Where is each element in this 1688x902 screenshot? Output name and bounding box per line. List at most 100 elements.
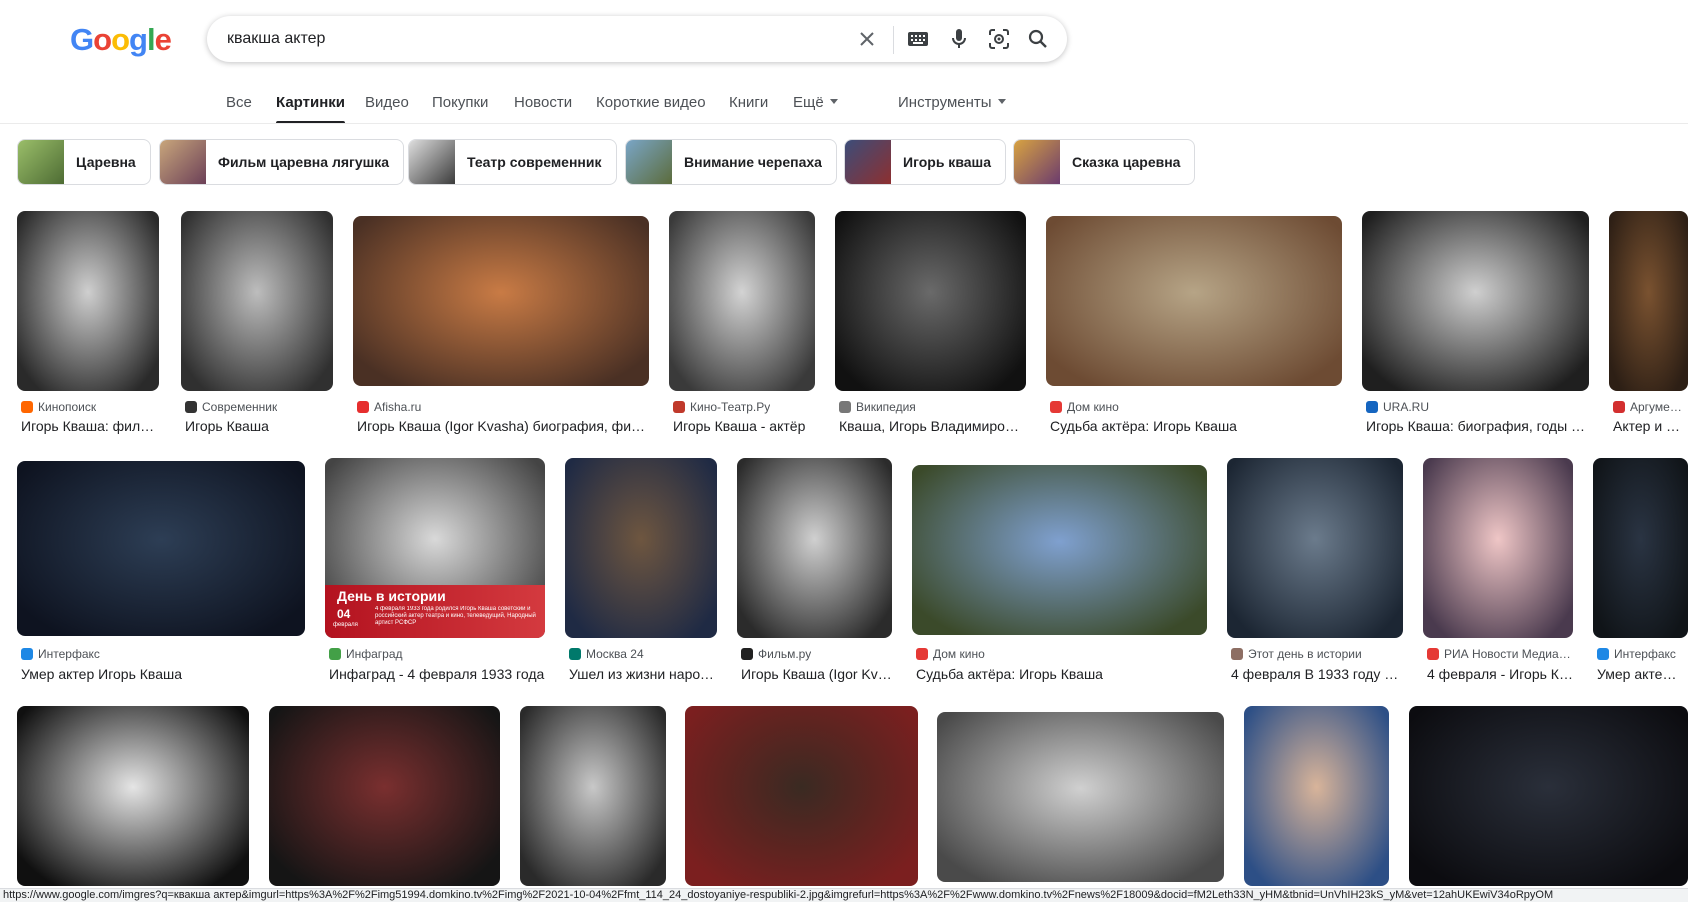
status-bar-url: https://www.google.com/imgres?q=квакша а… — [0, 888, 1688, 902]
result-source[interactable]: Дом кино — [1050, 400, 1119, 414]
result-source[interactable]: РИА Новости Медиабанк — [1427, 647, 1577, 661]
source-name: Интерфакс — [38, 647, 100, 661]
google-logo[interactable]: Google — [70, 22, 172, 58]
result-title[interactable]: Инфаград - 4 февраля 1933 года — [329, 666, 545, 682]
close-icon[interactable] — [855, 27, 879, 51]
tab-tools[interactable]: Инструменты — [898, 94, 1006, 124]
favicon-icon — [1366, 401, 1378, 413]
result-image[interactable] — [181, 211, 333, 391]
result-image[interactable] — [565, 458, 717, 638]
search-input[interactable]: квакша актер — [227, 30, 325, 48]
favicon-icon — [741, 648, 753, 660]
result-image[interactable] — [1609, 211, 1688, 391]
result-title[interactable]: Игорь Кваша — [185, 418, 333, 434]
result-title[interactable]: Ушел из жизни народный артист — [569, 666, 717, 682]
tab-images[interactable]: Картинки — [276, 94, 346, 124]
tab-books[interactable]: Книги — [729, 94, 768, 124]
result-image[interactable] — [1593, 458, 1688, 638]
result-title[interactable]: Игорь Кваша (Igor Kvasha) биография, фил… — [357, 418, 649, 434]
microphone-icon[interactable] — [947, 27, 971, 51]
result-image[interactable] — [937, 712, 1224, 882]
tab-short-videos[interactable]: Короткие видео — [596, 94, 706, 124]
search-icon[interactable] — [1026, 27, 1050, 51]
result-image[interactable] — [353, 216, 649, 386]
result-title[interactable]: Умер актер Игорь Кваша — [1597, 666, 1684, 682]
result-source[interactable]: Afisha.ru — [357, 400, 421, 414]
result-image[interactable] — [685, 706, 918, 886]
favicon-icon — [1050, 401, 1062, 413]
result-source[interactable]: Википедия — [839, 400, 916, 414]
result-image[interactable] — [1423, 458, 1573, 638]
result-source[interactable]: Кинопоиск — [21, 400, 96, 414]
tab-tools-label: Инструменты — [898, 94, 992, 111]
result-title[interactable]: Игорь Кваша - актёр — [673, 418, 815, 434]
result-title[interactable]: 4 февраля - Игорь Кваша — [1427, 666, 1573, 682]
logo-letter: o — [111, 22, 130, 57]
chip-igor-kvasha[interactable]: Игорь кваша — [844, 139, 1006, 185]
chip-theatre[interactable]: Театр современник — [408, 139, 617, 185]
tab-more[interactable]: Ещё — [793, 94, 838, 124]
result-title[interactable]: Игорь Кваша (Igor Kvasha) — [741, 666, 892, 682]
lens-icon[interactable] — [987, 27, 1011, 51]
result-image[interactable] — [17, 461, 305, 636]
chip-label: Игорь кваша — [903, 154, 991, 170]
chip-thumbnail — [845, 140, 891, 184]
result-image[interactable] — [1227, 458, 1403, 638]
result-title[interactable]: Кваша, Игорь Владимирович — [839, 418, 1026, 434]
result-image[interactable] — [737, 458, 892, 638]
result-image[interactable] — [1046, 216, 1342, 386]
history-overlay: День в истории 04 февраля 4 февраля 1933… — [325, 585, 545, 638]
result-source[interactable]: Инфаград — [329, 647, 403, 661]
chip-label: Театр современник — [467, 154, 602, 170]
result-source[interactable]: Кино-Театр.Ру — [673, 400, 770, 414]
tab-news[interactable]: Новости — [514, 94, 572, 124]
chip-label: Фильм царевна лягушка — [218, 154, 390, 170]
chip-tsarevna[interactable]: Царевна — [17, 139, 151, 185]
logo-letter: g — [129, 22, 148, 57]
result-source[interactable]: Дом кино — [916, 647, 985, 661]
result-image[interactable] — [269, 706, 500, 886]
result-source[interactable]: Аргументы — [1613, 400, 1686, 414]
chip-label: Внимание черепаха — [684, 154, 822, 170]
result-title[interactable]: Актер и телеведущий — [1613, 418, 1684, 434]
result-title[interactable]: Судьба актёра: Игорь Кваша — [916, 666, 1207, 682]
result-title[interactable]: Судьба актёра: Игорь Кваша — [1050, 418, 1342, 434]
chip-thumbnail — [1014, 140, 1060, 184]
chip-film-tsarevna[interactable]: Фильм царевна лягушка — [159, 139, 405, 185]
tab-all[interactable]: Все — [226, 94, 252, 124]
result-source[interactable]: Интерфакс — [21, 647, 100, 661]
result-image[interactable] — [17, 706, 249, 886]
overlay-title: День в истории — [337, 588, 446, 604]
result-image[interactable] — [520, 706, 666, 886]
result-title[interactable]: Игорь Кваша: биография, годы жизни — [1366, 418, 1589, 434]
result-source[interactable]: Москва 24 — [569, 647, 644, 661]
chip-turtle[interactable]: Внимание черепаха — [625, 139, 837, 185]
result-image[interactable] — [1244, 706, 1389, 886]
result-image[interactable] — [17, 211, 159, 391]
chip-fairy-tale[interactable]: Сказка царевна — [1013, 139, 1196, 185]
result-title[interactable]: 4 февраля В 1933 году родился — [1231, 666, 1403, 682]
favicon-icon — [1427, 648, 1439, 660]
result-image[interactable] — [912, 465, 1207, 635]
favicon-icon — [185, 401, 197, 413]
result-source[interactable]: Интерфакс — [1597, 647, 1676, 661]
result-source[interactable]: URA.RU — [1366, 400, 1429, 414]
overlay-month: февраля — [333, 622, 358, 628]
result-image[interactable] — [835, 211, 1026, 391]
result-title[interactable]: Умер актер Игорь Кваша — [21, 666, 305, 682]
result-source[interactable]: Фильм.ру — [741, 647, 811, 661]
result-image[interactable] — [1409, 706, 1688, 886]
result-source[interactable]: Современник — [185, 400, 277, 414]
result-image[interactable] — [1362, 211, 1589, 391]
source-name: URA.RU — [1383, 400, 1430, 414]
search-box[interactable]: квакша актер — [207, 16, 1067, 62]
chip-thumbnail — [160, 140, 206, 184]
chevron-down-icon — [997, 99, 1006, 105]
result-image[interactable] — [669, 211, 815, 391]
result-source[interactable]: Этот день в истории — [1231, 647, 1362, 661]
keyboard-icon[interactable] — [906, 27, 930, 51]
tab-shopping[interactable]: Покупки — [432, 94, 488, 124]
result-title[interactable]: Игорь Кваша: фильмы, биография — [21, 418, 159, 434]
tab-video[interactable]: Видео — [365, 94, 409, 124]
source-name: Фильм.ру — [758, 647, 812, 661]
